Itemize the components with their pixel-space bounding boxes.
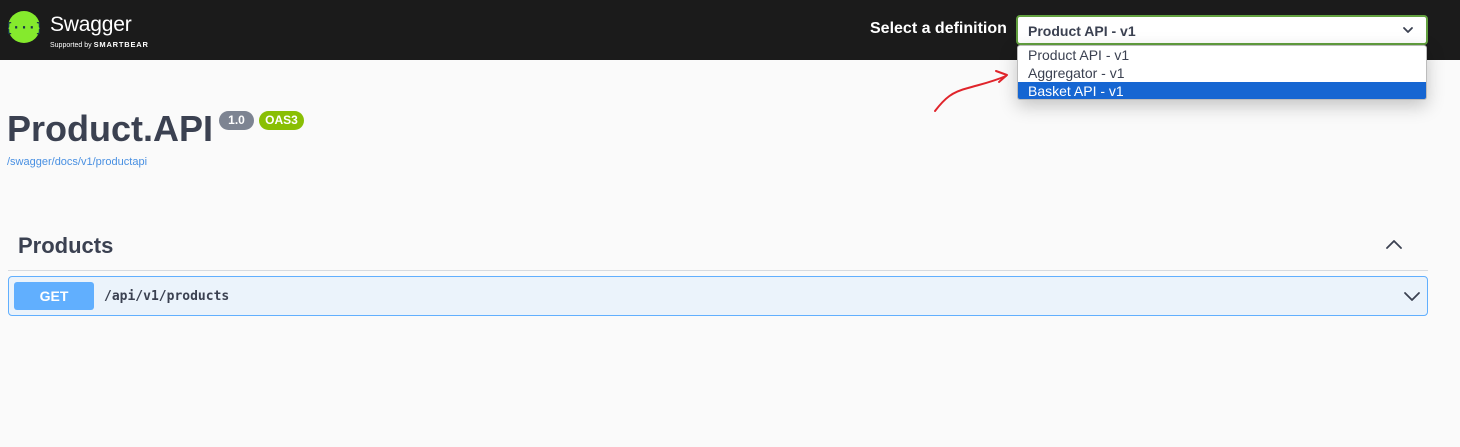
- operation-get-products[interactable]: GET /api/v1/products: [8, 276, 1428, 316]
- definition-dropdown-list: Product API - v1 Aggregator - v1 Basket …: [1017, 45, 1427, 100]
- chevron-up-icon[interactable]: [1384, 237, 1404, 251]
- brand-tagline-prefix: Supported by: [50, 42, 92, 49]
- api-title: Product.API: [7, 108, 214, 149]
- definition-label: Select a definition: [870, 20, 1007, 37]
- brand-tagline: Supported by SMARTBEAR: [50, 40, 149, 49]
- tag-header-products[interactable]: Products: [8, 227, 1428, 271]
- definition-option-highlighted[interactable]: Basket API - v1: [1018, 82, 1426, 99]
- operation-path: /api/v1/products: [104, 289, 230, 304]
- chevron-down-icon: [1403, 27, 1413, 33]
- definition-option[interactable]: Aggregator - v1: [1018, 64, 1426, 82]
- brand-tagline-company: SMARTBEAR: [93, 40, 149, 49]
- svg-text:{···}: {···}: [8, 21, 40, 36]
- definition-select[interactable]: Product API - v1: [1016, 15, 1428, 45]
- tag-name: Products: [18, 233, 114, 258]
- brand-name[interactable]: Swagger: [50, 13, 132, 37]
- spec-url-link[interactable]: /swagger/docs/v1/productapi: [7, 156, 147, 168]
- version-badge: 1.0: [219, 111, 254, 130]
- definition-select-value: Product API - v1: [1028, 23, 1136, 39]
- chevron-down-icon[interactable]: [1403, 290, 1421, 302]
- method-badge-get: GET: [14, 282, 94, 310]
- red-arrow-annotation: [934, 70, 1008, 112]
- swagger-logo-icon[interactable]: {···}: [8, 11, 40, 43]
- definition-option[interactable]: Product API - v1: [1018, 46, 1426, 64]
- oas-badge: OAS3: [259, 111, 304, 130]
